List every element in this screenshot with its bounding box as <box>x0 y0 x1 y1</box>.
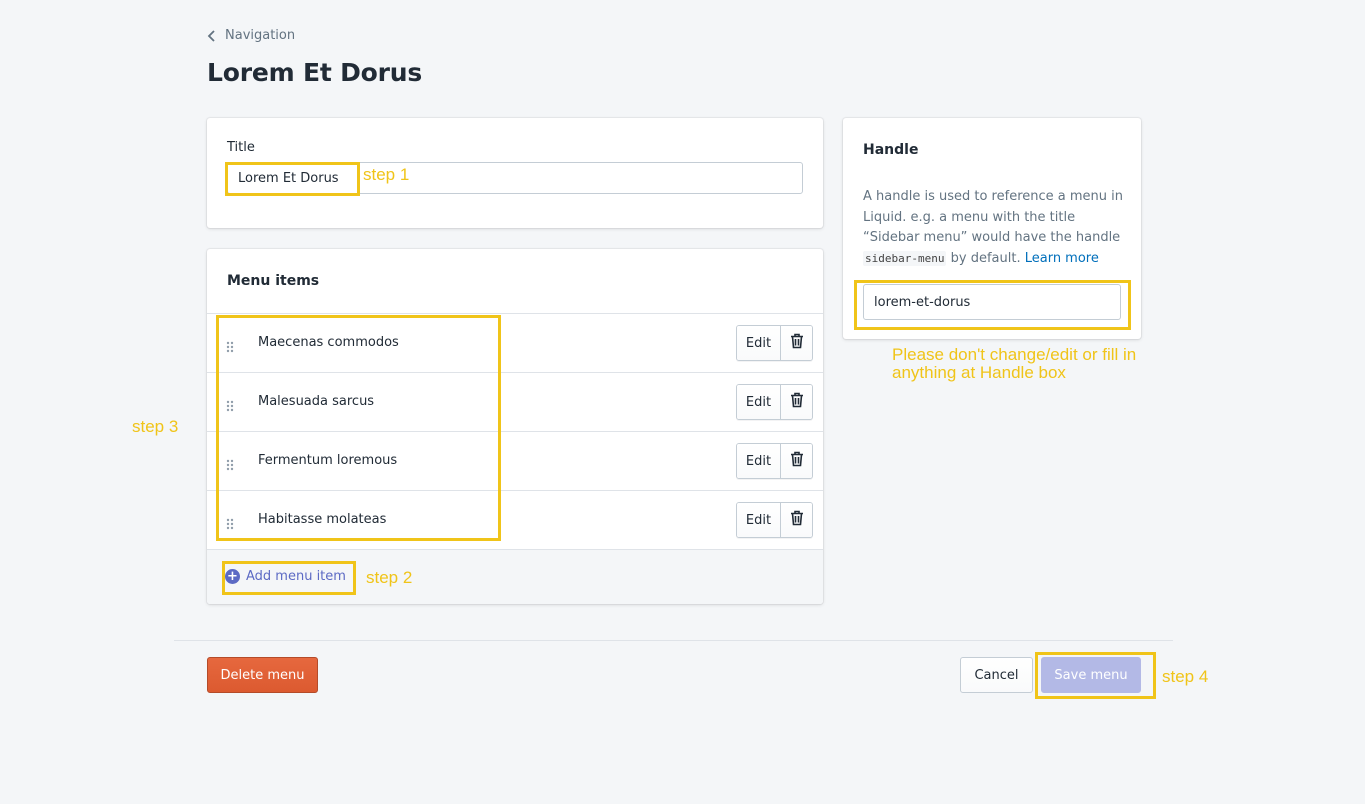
step4-highlight-box <box>1035 652 1156 699</box>
menu-item-actions: Edit <box>736 443 813 479</box>
delete-item-button[interactable] <box>781 326 812 360</box>
step3-highlight-box <box>216 315 501 541</box>
delete-menu-button[interactable]: Delete menu <box>207 657 318 693</box>
edit-button[interactable]: Edit <box>737 326 781 360</box>
step4-note: step 4 <box>1162 667 1209 686</box>
page-title: Lorem Et Dorus <box>207 58 423 87</box>
learn-more-link[interactable]: Learn more <box>1025 251 1099 266</box>
menu-item-actions: Edit <box>736 325 813 361</box>
menu-item-actions: Edit <box>736 502 813 538</box>
menu-item-actions: Edit <box>736 384 813 420</box>
delete-item-button[interactable] <box>781 503 812 537</box>
trash-icon <box>790 510 804 530</box>
handle-warning-note: Please don't change/edit or fill in anyt… <box>892 345 1137 382</box>
edit-button[interactable]: Edit <box>737 385 781 419</box>
step1-highlight-box <box>225 162 360 196</box>
delete-item-button[interactable] <box>781 444 812 478</box>
step1-note: step 1 <box>363 165 410 184</box>
chevron-left-icon <box>205 29 219 43</box>
step2-highlight-box <box>222 561 356 595</box>
delete-item-button[interactable] <box>781 385 812 419</box>
cancel-button[interactable]: Cancel <box>960 657 1033 693</box>
handle-header: Handle <box>863 142 919 158</box>
handle-example-code: sidebar-menu <box>863 250 947 266</box>
trash-icon <box>790 392 804 412</box>
title-field-label: Title <box>227 140 255 155</box>
trash-icon <box>790 333 804 353</box>
page-divider <box>174 640 1173 641</box>
step3-note: step 3 <box>132 417 179 436</box>
menu-items-header: Menu items <box>227 273 320 289</box>
handle-highlight-box <box>854 280 1131 330</box>
trash-icon <box>790 451 804 471</box>
step2-note: step 2 <box>366 568 413 587</box>
handle-description: A handle is used to reference a menu in … <box>863 187 1125 269</box>
breadcrumb[interactable]: Navigation <box>205 28 295 43</box>
breadcrumb-label: Navigation <box>225 28 296 43</box>
handle-desc-text-end: by default. <box>950 250 1021 266</box>
handle-desc-text: A handle is used to reference a menu in … <box>863 189 1123 245</box>
edit-button[interactable]: Edit <box>737 503 781 537</box>
edit-button[interactable]: Edit <box>737 444 781 478</box>
